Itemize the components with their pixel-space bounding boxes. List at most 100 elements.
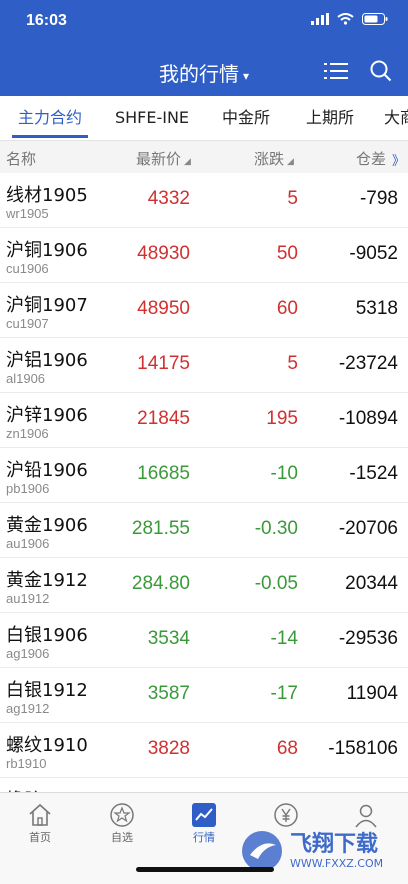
contract-code: ag1912 [6, 701, 50, 716]
tab-shfe-ine[interactable]: SHFE-INE [110, 96, 194, 140]
tabbar-watchlist[interactable]: 自选 [82, 801, 162, 845]
tab-cffex[interactable]: 中金所 [214, 96, 278, 140]
price-change: -10 [270, 463, 298, 484]
status-icons [311, 13, 388, 25]
page-title-text: 我的行情 [158, 62, 239, 86]
last-price: 284.80 [131, 573, 190, 594]
home-icon [29, 803, 51, 826]
open-interest-change: 20344 [345, 573, 398, 594]
more-columns-icon[interactable]: 》 [392, 150, 405, 169]
chart-icon [192, 803, 216, 827]
price-change: -0.30 [254, 518, 298, 539]
contract-name: 黄金1906 [6, 515, 88, 536]
chevron-down-icon: ▾ [242, 68, 250, 83]
last-price: 3534 [147, 628, 190, 649]
contract-code: cu1907 [6, 316, 49, 331]
contract-name: 白银1906 [6, 625, 88, 646]
table-row[interactable]: 沪锌1906 zn1906 21845 195 -10894 [0, 393, 408, 448]
tabbar-home[interactable]: 首页 [0, 801, 80, 845]
tab-dce[interactable]: 大商 [384, 96, 408, 140]
star-icon [110, 803, 134, 827]
contract-code: rb1910 [6, 756, 47, 771]
open-interest-change: -10894 [338, 408, 398, 429]
col-change-label: 涨跌 [254, 150, 285, 168]
battery-icon [362, 13, 388, 25]
col-change[interactable]: 涨跌 ◢ [254, 148, 294, 169]
contract-name: 螺纹1910 [6, 735, 88, 756]
contract-code: au1906 [6, 536, 50, 551]
contract-name: 黄金1912 [6, 570, 88, 591]
last-price: 21845 [137, 408, 190, 429]
open-interest-change: -20706 [338, 518, 398, 539]
last-price: 4332 [147, 188, 190, 209]
tab-main-contracts[interactable]: 主力合约 [12, 96, 88, 140]
open-interest-change: -29536 [338, 628, 398, 649]
open-interest-change: -158106 [328, 738, 398, 759]
contract-name: 线材1905 [6, 185, 88, 206]
wifi-icon [337, 13, 354, 25]
table-row[interactable]: 白银1912 ag1912 3587 -17 11904 [0, 668, 408, 723]
signal-icon [311, 13, 329, 25]
last-price: 3587 [147, 683, 190, 704]
tab-shfe[interactable]: 上期所 [298, 96, 362, 140]
open-interest-change: -9052 [349, 243, 398, 264]
last-price: 14175 [137, 353, 190, 374]
open-interest-change: 11904 [346, 683, 398, 704]
contract-name: 沪铜1907 [6, 295, 88, 316]
open-interest-change: -1524 [349, 463, 398, 484]
contract-code: zn1906 [6, 426, 49, 441]
contract-code: au1912 [6, 591, 50, 606]
price-change: 5 [287, 188, 298, 209]
table-row[interactable]: 沪铜1907 cu1907 48950 60 5318 [0, 283, 408, 338]
table-row[interactable]: 线材1905 wr1905 4332 5 -798 [0, 173, 408, 228]
tabbar-quotes[interactable]: 行情 [164, 801, 244, 845]
table-row[interactable]: 沪铅1906 pb1906 16685 -10 -1524 [0, 448, 408, 503]
price-change: -17 [270, 683, 298, 704]
sort-icon: ◢ [287, 157, 294, 167]
price-change: 5 [287, 353, 298, 374]
table-row[interactable]: 沪铜1906 cu1906 48930 50 -9052 [0, 228, 408, 283]
table-row[interactable]: 螺纹1910 rb1910 3828 68 -158106 [0, 723, 408, 778]
list-icon[interactable] [324, 61, 348, 81]
contract-code: al1906 [6, 371, 46, 386]
last-price: 281.55 [131, 518, 190, 539]
table-row[interactable]: 沪铝1906 al1906 14175 5 -23724 [0, 338, 408, 393]
watermark-url: WWW.FXXZ.COM [290, 856, 384, 870]
table-row[interactable]: 黄金1912 au1912 284.80 -0.05 20344 [0, 558, 408, 613]
col-price[interactable]: 最新价 ◢ [136, 148, 191, 169]
contract-name: 白银1912 [6, 680, 88, 701]
price-change: 195 [266, 408, 298, 429]
price-change: 60 [276, 298, 298, 319]
col-price-label: 最新价 [136, 150, 182, 168]
table-row[interactable]: 白银1906 ag1906 3534 -14 -29536 [0, 613, 408, 668]
nav-actions [324, 60, 392, 82]
price-change: -14 [270, 628, 298, 649]
open-interest-change: -798 [359, 188, 398, 209]
table-row[interactable]: 黄金1906 au1906 281.55 -0.30 -20706 [0, 503, 408, 558]
last-price: 16685 [137, 463, 190, 484]
contract-name: 沪铝1906 [6, 350, 88, 371]
status-bar: 16:03 [0, 0, 408, 44]
last-price: 3828 [147, 738, 190, 759]
sort-icon: ◢ [184, 157, 191, 167]
contract-name: 沪铅1906 [6, 460, 88, 481]
price-change: -0.05 [254, 573, 298, 594]
contract-code: pb1906 [6, 481, 50, 496]
tabbar-home-label: 首页 [29, 831, 51, 844]
contract-name: 沪锌1906 [6, 405, 88, 426]
col-oi[interactable]: 仓差 [356, 148, 386, 169]
contract-code: cu1906 [6, 261, 49, 276]
watermark-title: 飞翔下载 [290, 831, 379, 857]
last-price: 48950 [137, 298, 190, 319]
search-icon[interactable] [370, 60, 392, 82]
tabbar-quotes-label: 行情 [193, 831, 215, 844]
contract-name: 沪铜1906 [6, 240, 88, 261]
open-interest-change: 5318 [355, 298, 398, 319]
home-indicator [136, 867, 274, 872]
status-time: 16:03 [26, 12, 67, 29]
app-header: 16:03 我的行情 ▾ [0, 0, 408, 96]
exchange-tabs: 主力合约 SHFE-INE 中金所 上期所 大商 [0, 96, 408, 141]
col-name: 名称 [6, 150, 37, 168]
contract-code: wr1905 [6, 206, 49, 221]
price-change: 68 [276, 738, 298, 759]
